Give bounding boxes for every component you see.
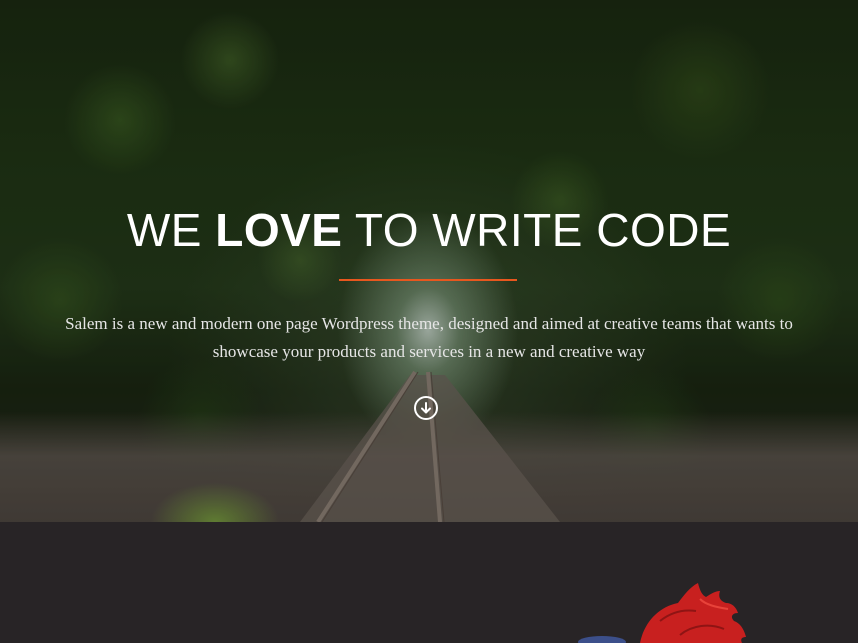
hero-content: WE LOVE TO WRITE CODE Salem is a new and… <box>0 0 858 522</box>
scroll-down-button[interactable] <box>414 396 438 420</box>
hero-tagline: Salem is a new and modern one page Wordp… <box>0 310 858 366</box>
hero-headline: WE LOVE TO WRITE CODE <box>0 204 858 256</box>
content-section <box>0 522 858 643</box>
hero-section: WE LOVE TO WRITE CODE Salem is a new and… <box>0 0 858 522</box>
tagline-line-1: Salem is a new and modern one page Wordp… <box>65 314 793 333</box>
headline-emphasis: LOVE <box>215 204 343 256</box>
tagline-line-2: showcase your products and services in a… <box>212 342 646 361</box>
headline-suffix: TO WRITE CODE <box>342 204 732 256</box>
headline-prefix: WE <box>126 204 216 256</box>
arrow-down-circle-icon <box>421 402 431 414</box>
red-haired-character-illustration <box>578 583 746 643</box>
headline-divider <box>339 279 517 281</box>
